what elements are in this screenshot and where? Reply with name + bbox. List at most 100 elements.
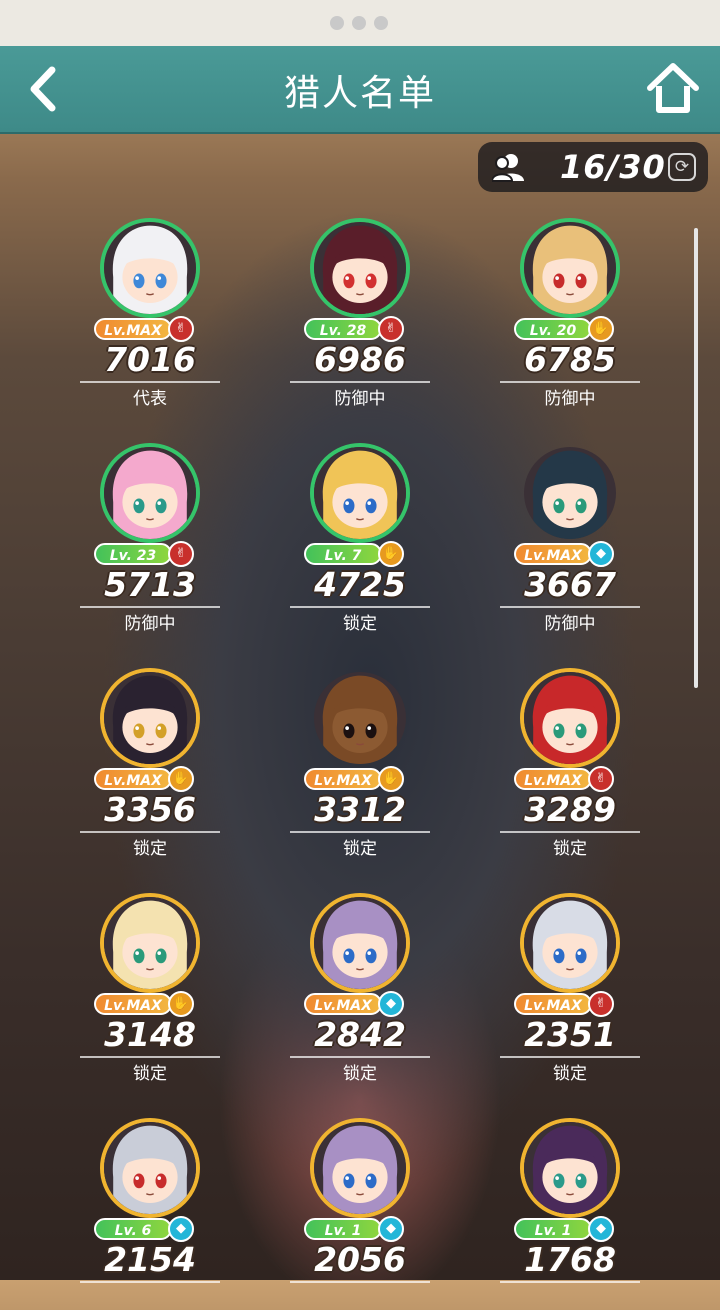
level-badge: Lv.MAX	[94, 768, 172, 790]
divider	[500, 1281, 640, 1283]
home-button[interactable]	[644, 60, 702, 118]
hunter-status: 锁定	[553, 1064, 587, 1084]
droplet-icon: ◆	[588, 1216, 614, 1242]
divider	[290, 606, 430, 608]
divider	[80, 1281, 220, 1283]
hunter-portrait	[100, 893, 200, 993]
hunter-portrait	[520, 668, 620, 768]
hunter-portrait	[100, 668, 200, 768]
hunter-power: 3289	[524, 790, 616, 829]
level-badge: Lv.MAX	[94, 993, 172, 1015]
top-handle-bar	[0, 0, 720, 46]
hunter-card[interactable]: Lv. 6 ◆ 2154	[80, 1100, 226, 1310]
people-icon	[492, 154, 524, 182]
page-indicator-dots	[330, 16, 388, 30]
hunter-power: 2154	[104, 1240, 196, 1279]
hunter-card[interactable]: Lv.MAX ✌ 2351 锁定	[500, 875, 646, 1085]
hunter-card[interactable]: Lv. 1 ◆ 1768	[500, 1100, 646, 1310]
hunter-portrait	[310, 893, 410, 993]
level-badge: Lv. 7	[304, 543, 382, 565]
hand-peace-icon: ✌	[588, 766, 614, 792]
level-badge: Lv.MAX	[304, 993, 382, 1015]
hunter-card[interactable]: Lv. 1 ◆ 2056	[290, 1100, 436, 1310]
droplet-icon: ◆	[378, 991, 404, 1017]
hunter-card[interactable]: Lv.MAX ✋ 3312 锁定	[290, 650, 436, 860]
hunter-card[interactable]: Lv. 20 ✋ 6785 防御中	[500, 200, 646, 410]
level-badge: Lv.MAX	[514, 768, 592, 790]
hunter-card[interactable]: Lv.MAX ◆ 2842 锁定	[290, 875, 436, 1085]
divider	[290, 831, 430, 833]
hunter-portrait	[310, 218, 410, 318]
hunter-power: 1768	[524, 1240, 616, 1279]
divider	[80, 381, 220, 383]
refresh-icon[interactable]: ⟳	[668, 153, 696, 181]
hunter-status: 代表	[133, 389, 167, 409]
hunter-portrait	[520, 893, 620, 993]
hand-peace-icon: ✌	[378, 316, 404, 342]
hunter-status: 防御中	[334, 389, 386, 409]
hunter-portrait	[520, 443, 620, 543]
hunter-card[interactable]: Lv. 23 ✌ 5713 防御中	[80, 425, 226, 635]
dot	[352, 16, 366, 30]
level-badge: Lv. 6	[94, 1218, 172, 1240]
divider	[80, 1056, 220, 1058]
hunter-card[interactable]: Lv.MAX ✌ 3289 锁定	[500, 650, 646, 860]
hunter-status: 防御中	[124, 614, 176, 634]
hunter-portrait	[310, 1118, 410, 1218]
scrollbar[interactable]	[694, 228, 698, 688]
divider	[80, 831, 220, 833]
divider	[500, 831, 640, 833]
level-badge: Lv. 28	[304, 318, 382, 340]
hunter-power: 3148	[104, 1015, 196, 1054]
hunter-card[interactable]: Lv. 7 ✋ 4725 锁定	[290, 425, 436, 635]
hunter-status: 锁定	[133, 839, 167, 859]
level-badge: Lv.MAX	[94, 318, 172, 340]
droplet-icon: ◆	[378, 1216, 404, 1242]
hunter-portrait	[100, 218, 200, 318]
hunter-power: 4725	[314, 565, 406, 604]
droplet-icon: ◆	[588, 541, 614, 567]
hunter-portrait	[310, 668, 410, 768]
hunter-power: 2351	[524, 1015, 616, 1054]
hunter-card[interactable]: Lv.MAX ✋ 3148 锁定	[80, 875, 226, 1085]
level-badge: Lv. 1	[514, 1218, 592, 1240]
hand-peace-icon: ✌	[168, 541, 194, 567]
divider	[290, 381, 430, 383]
hunter-status: 锁定	[553, 839, 587, 859]
divider	[290, 1281, 430, 1283]
hunter-status: 锁定	[343, 839, 377, 859]
hunter-status: 锁定	[133, 1064, 167, 1084]
hand-open-icon: ✋	[378, 541, 404, 567]
hunter-power: 6785	[524, 340, 616, 379]
level-badge: Lv. 1	[304, 1218, 382, 1240]
hunter-portrait	[520, 218, 620, 318]
level-badge: Lv. 20	[514, 318, 592, 340]
level-badge: Lv.MAX	[304, 768, 382, 790]
divider	[500, 1056, 640, 1058]
hunter-power: 6986	[314, 340, 406, 379]
hunter-count: 16/30	[560, 148, 666, 186]
level-badge: Lv.MAX	[514, 543, 592, 565]
hunter-card[interactable]: Lv.MAX ◆ 3667 防御中	[500, 425, 646, 635]
divider	[80, 606, 220, 608]
hunter-card[interactable]: Lv. 28 ✌ 6986 防御中	[290, 200, 436, 410]
hand-peace-icon: ✌	[168, 316, 194, 342]
hunter-status: 防御中	[544, 389, 596, 409]
page-title: 猎人名单	[283, 73, 436, 114]
level-badge: Lv. 23	[94, 543, 172, 565]
hand-open-icon: ✋	[378, 766, 404, 792]
divider	[500, 381, 640, 383]
hunter-card[interactable]: Lv.MAX ✌ 7016 代表	[80, 200, 226, 410]
hunter-power: 3312	[314, 790, 406, 829]
hunter-power: 3356	[104, 790, 196, 829]
hunter-status: 锁定	[343, 1064, 377, 1084]
hunter-power: 3667	[524, 565, 616, 604]
header-bar: 猎人名单	[0, 46, 720, 134]
hunter-portrait	[520, 1118, 620, 1218]
hunter-count-panel: 16/30 ⟳	[478, 142, 708, 192]
hunter-card[interactable]: Lv.MAX ✋ 3356 锁定	[80, 650, 226, 860]
dot	[374, 16, 388, 30]
droplet-icon: ◆	[168, 1216, 194, 1242]
hunter-power: 5713	[104, 565, 196, 604]
hand-open-icon: ✋	[168, 766, 194, 792]
